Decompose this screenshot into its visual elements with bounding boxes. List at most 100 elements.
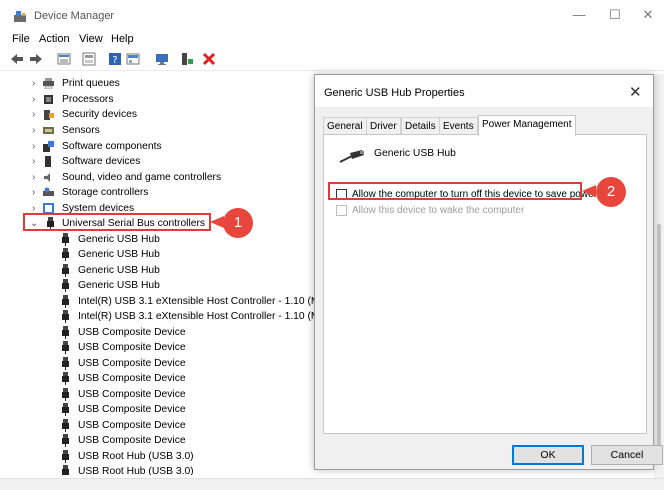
view-icon[interactable] [82, 52, 96, 66]
speaker-icon [44, 173, 50, 182]
dialog-close-button[interactable]: ✕ [629, 83, 642, 101]
software-component-icon [43, 141, 54, 152]
tree-leaf-label: Generic USB Hub [78, 280, 160, 291]
usb-plug-icon [62, 310, 69, 323]
usb-plug-icon [62, 419, 69, 432]
highlight-box-usb-controllers [23, 213, 211, 231]
scrollbar-thumb[interactable] [657, 224, 661, 454]
tree-node-label: Print queues [62, 78, 120, 89]
callout-badge-1: 1 [223, 208, 253, 238]
cancel-button[interactable]: Cancel [591, 445, 663, 465]
allow-wake-checkbox [336, 205, 347, 216]
menu-view[interactable]: View [79, 33, 103, 45]
tree-leaf-label: USB Composite Device [78, 404, 186, 415]
minimize-button[interactable]: — [569, 6, 589, 24]
ok-button[interactable]: OK [512, 445, 584, 465]
chevron-right-icon[interactable]: › [32, 139, 40, 154]
tree-leaf-label: Generic USB Hub [78, 265, 160, 276]
properties-grid-icon[interactable] [57, 52, 71, 66]
security-device-icon [44, 110, 54, 120]
window-scrollbar[interactable] [654, 74, 664, 479]
tree-leaf-label: Intel(R) USB 3.1 eXtensible Host Control… [78, 296, 320, 307]
tree-leaf-label: Generic USB Hub [78, 234, 160, 245]
chevron-right-icon[interactable]: › [32, 76, 40, 91]
chevron-right-icon[interactable]: › [32, 123, 40, 138]
update-driver-icon[interactable] [126, 52, 140, 66]
dialog-tabs: General Driver Details Events Power Mana… [323, 115, 647, 136]
allow-wake-label: Allow this device to wake the computer [352, 205, 525, 216]
usb-plug-icon [62, 434, 69, 447]
usb-plug-icon [62, 341, 69, 354]
maximize-button[interactable]: ☐ [605, 6, 625, 24]
tree-leaf-label: USB Composite Device [78, 420, 186, 431]
tree-leaf-label: USB Root Hub (USB 3.0) [78, 466, 194, 475]
tree-leaf-label: USB Composite Device [78, 327, 186, 338]
dialog-title: Generic USB Hub Properties [324, 87, 465, 99]
help-icon[interactable]: ? [108, 52, 122, 66]
usb-plug-icon [62, 465, 69, 475]
device-tree: › Print queues › Processors › Security d… [0, 75, 320, 475]
chevron-right-icon[interactable]: › [32, 185, 40, 200]
callout-pointer [210, 216, 224, 228]
uninstall-x-icon[interactable] [202, 52, 216, 66]
storage-controller-icon [43, 187, 54, 196]
usb-plug-icon [62, 388, 69, 401]
highlight-box-power-option [328, 182, 582, 200]
svg-text:?: ? [112, 55, 117, 66]
usb-plug-icon [62, 403, 69, 416]
tab-driver[interactable]: Driver [366, 117, 401, 135]
tree-leaf-label: USB Composite Device [78, 358, 186, 369]
usb-plug-icon [62, 233, 69, 246]
window-titlebar: Device Manager — ☐ ✕ [0, 0, 664, 32]
tree-node-label: Software components [62, 141, 162, 152]
forward-icon[interactable] [29, 52, 43, 66]
usb-plug-icon [62, 326, 69, 339]
tab-general[interactable]: General [323, 117, 367, 135]
tree-node-label: Sound, video and game controllers [62, 172, 222, 183]
tab-events[interactable]: Events [439, 117, 478, 135]
tree-leaf-label: USB Root Hub (USB 3.0) [78, 451, 194, 462]
window-title: Device Manager [34, 10, 115, 22]
tree-node-label: Processors [62, 94, 114, 105]
tree-leaf-label: USB Composite Device [78, 435, 186, 446]
tree-node-label: Software devices [62, 156, 141, 167]
tree-leaf-label: USB Composite Device [78, 389, 186, 400]
tree-leaf-label: Generic USB Hub [78, 249, 160, 260]
status-bar [0, 478, 664, 490]
usb-plug-icon [62, 450, 69, 463]
close-button[interactable]: ✕ [638, 6, 658, 24]
properties-dialog: Generic USB Hub Properties ✕ General Dri… [314, 74, 663, 470]
chevron-right-icon[interactable]: › [32, 107, 40, 122]
usb-plug-icon [62, 357, 69, 370]
usb-plug-icon [62, 295, 69, 308]
chevron-right-icon[interactable]: › [32, 170, 40, 185]
menu-bar: File Action View Help [0, 31, 664, 47]
chevron-right-icon[interactable]: › [32, 92, 40, 107]
enable-device-icon[interactable] [180, 52, 194, 66]
device-name-label: Generic USB Hub [374, 148, 456, 159]
tab-power-management[interactable]: Power Management [478, 115, 576, 136]
tree-leaf-label: USB Composite Device [78, 373, 186, 384]
tree-leaf-label: USB Composite Device [78, 342, 186, 353]
usb-plug-icon [62, 372, 69, 385]
printer-icon [43, 78, 54, 89]
processor-icon [44, 95, 53, 104]
chevron-right-icon[interactable]: › [32, 154, 40, 169]
menu-file[interactable]: File [12, 33, 30, 45]
back-icon[interactable] [10, 52, 24, 66]
tree-leaf-label: Intel(R) USB 3.1 eXtensible Host Control… [78, 311, 320, 322]
tree-node-label: Storage controllers [62, 187, 149, 198]
sensor-icon [43, 127, 54, 134]
menu-action[interactable]: Action [39, 33, 70, 45]
usb-plug-icon [62, 248, 69, 261]
callout-badge-2: 2 [596, 177, 626, 207]
usb-plug-icon [62, 264, 69, 277]
tab-details[interactable]: Details [401, 117, 440, 135]
software-device-icon [45, 156, 51, 167]
dialog-titlebar: Generic USB Hub Properties ✕ [315, 75, 653, 107]
power-management-panel: Generic USB Hub Allow the computer to tu… [323, 134, 647, 434]
tree-node-label: Security devices [62, 109, 137, 120]
scan-hardware-icon[interactable] [155, 52, 169, 66]
device-manager-icon [14, 11, 26, 22]
menu-help[interactable]: Help [111, 33, 134, 45]
